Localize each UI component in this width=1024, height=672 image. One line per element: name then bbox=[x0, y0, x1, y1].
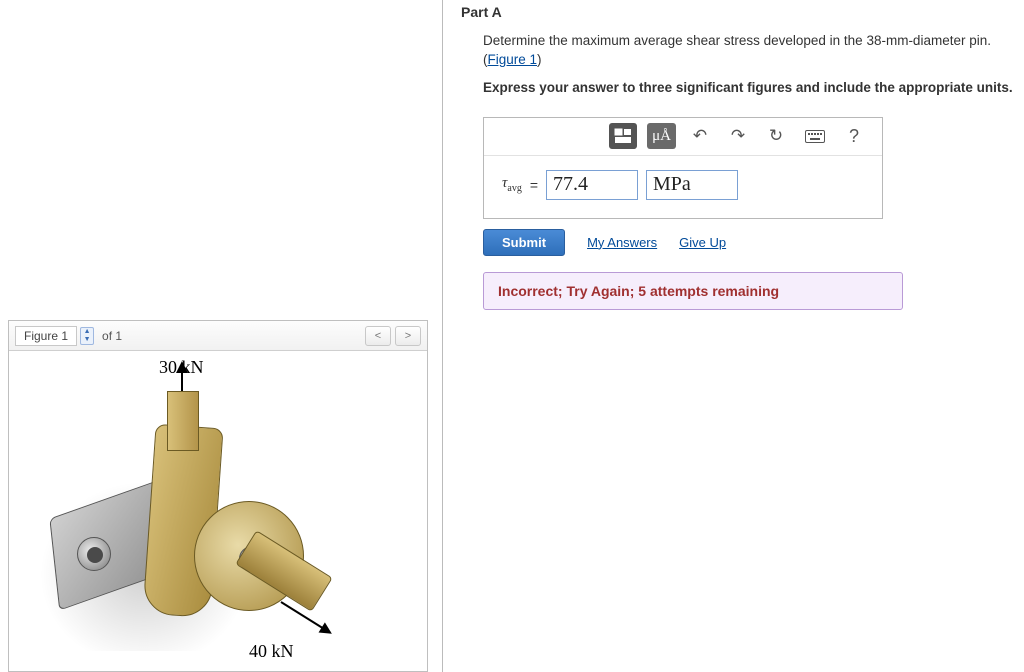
drawing-bracket-hole bbox=[77, 537, 111, 571]
figure-link[interactable]: Figure 1 bbox=[488, 52, 538, 67]
equals-sign: = bbox=[530, 177, 538, 193]
unit-input[interactable] bbox=[646, 170, 738, 200]
action-row: Submit My Answers Give Up bbox=[483, 229, 1024, 256]
redo-button[interactable]: ↷ bbox=[724, 123, 752, 149]
my-answers-link[interactable]: My Answers bbox=[587, 235, 657, 250]
answer-input-row: τavg = bbox=[484, 156, 882, 218]
prompt-text: Determine the maximum average shear stre… bbox=[483, 32, 1024, 70]
figure-stepper[interactable]: ▲ ▼ bbox=[80, 327, 94, 345]
figure-prev-button[interactable]: < bbox=[365, 326, 391, 346]
reset-button[interactable]: ↻ bbox=[762, 123, 790, 149]
give-up-link[interactable]: Give Up bbox=[679, 235, 726, 250]
units-button[interactable]: μÅ bbox=[647, 123, 676, 149]
instruction-text: Express your answer to three significant… bbox=[483, 80, 1024, 95]
answer-toolbar: μÅ ↶ ↷ ↻ ? bbox=[484, 118, 882, 156]
format-template-button[interactable] bbox=[609, 123, 637, 149]
figure-next-button[interactable]: > bbox=[395, 326, 421, 346]
prompt-line: Determine the maximum average shear stre… bbox=[483, 33, 991, 48]
figure-count: of 1 bbox=[102, 329, 122, 343]
figure-body: 30 kN 40 kN bbox=[9, 351, 427, 671]
problem-column: Part A Determine the maximum average she… bbox=[443, 0, 1024, 672]
force-label-bottom: 40 kN bbox=[249, 641, 294, 662]
answer-symbol: τavg bbox=[502, 175, 522, 194]
keyboard-button[interactable] bbox=[800, 123, 830, 149]
figure-title: Figure 1 bbox=[15, 326, 77, 346]
chevron-down-icon[interactable]: ▼ bbox=[81, 336, 93, 344]
submit-button[interactable]: Submit bbox=[483, 229, 565, 256]
figure-header: Figure 1 ▲ ▼ of 1 < > bbox=[9, 321, 427, 351]
format-template-icon bbox=[614, 128, 632, 144]
feedback-banner: Incorrect; Try Again; 5 attempts remaini… bbox=[483, 272, 903, 310]
figure-panel: Figure 1 ▲ ▼ of 1 < > 30 kN bbox=[8, 320, 428, 672]
figure-column: Figure 1 ▲ ▼ of 1 < > 30 kN bbox=[0, 0, 442, 672]
value-input[interactable] bbox=[546, 170, 638, 200]
chevron-up-icon[interactable]: ▲ bbox=[81, 328, 93, 336]
drawing-clevis-top bbox=[167, 391, 199, 451]
undo-button[interactable]: ↶ bbox=[686, 123, 714, 149]
answer-box: μÅ ↶ ↷ ↻ ? bbox=[483, 117, 883, 219]
help-button[interactable]: ? bbox=[840, 123, 868, 149]
part-heading: Part A bbox=[461, 4, 1024, 20]
keyboard-icon bbox=[805, 130, 825, 143]
